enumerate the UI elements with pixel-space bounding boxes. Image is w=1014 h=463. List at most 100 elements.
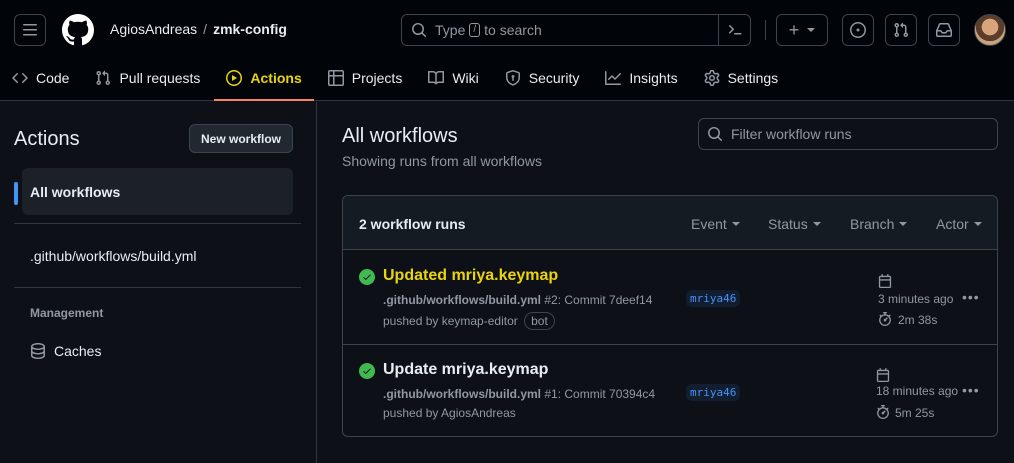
run-title-link[interactable]: Update mriya.keymap <box>383 361 548 379</box>
runs-list-header: 2 workflow runs Event Status Branch Acto… <box>343 196 997 250</box>
branch-label[interactable]: mriya46 <box>686 290 741 307</box>
sidebar-item-label: .github/workflows/build.yml <box>30 247 197 264</box>
event-filter-dropdown[interactable]: Event <box>691 216 740 232</box>
run-time-ago: 3 minutes ago <box>878 292 954 306</box>
pull-requests-button[interactable] <box>885 14 917 46</box>
tab-pull-requests-label: Pull requests <box>119 70 201 86</box>
run-title-link[interactable]: Updated mriya.keymap <box>383 267 558 285</box>
chevron-down-icon <box>731 222 740 226</box>
github-logo[interactable] <box>61 14 94 46</box>
issues-button[interactable] <box>842 14 874 46</box>
calendar-icon <box>878 274 892 288</box>
run-pushed-by: pushed by keymap-editor <box>383 314 518 328</box>
run-workflow-info: .github/workflows/build.yml #2: Commit 7… <box>383 293 652 307</box>
table-icon <box>327 70 344 86</box>
inbox-icon <box>936 23 952 37</box>
tab-settings[interactable]: Settings <box>692 60 791 96</box>
sidebar-item-build-workflow[interactable]: .github/workflows/build.yml <box>22 232 293 279</box>
header-divider <box>765 20 766 40</box>
database-icon <box>31 343 45 359</box>
search-placeholder-post: to search <box>484 22 542 38</box>
tab-projects[interactable]: Projects <box>316 60 415 96</box>
sidebar-item-all-workflows[interactable]: All workflows <box>22 168 293 215</box>
repo-name-link[interactable]: zmk-config <box>213 21 287 37</box>
tab-insights[interactable]: Insights <box>593 60 689 96</box>
run-trigger-info: pushed by AgiosAndreas <box>383 406 516 420</box>
run-workflow-file: .github/workflows/build.yml <box>383 293 541 307</box>
run-duration: 2m 38s <box>898 313 938 327</box>
tab-insights-label: Insights <box>629 70 678 86</box>
tab-wiki-label: Wiki <box>452 70 479 86</box>
actions-sidebar: Actions New workflow All workflows .gith… <box>0 102 317 463</box>
search-placeholder: Type / to search <box>435 22 542 38</box>
breadcrumb-separator: / <box>203 21 208 37</box>
hamburger-icon <box>23 24 37 36</box>
git-pull-request-icon <box>894 22 909 38</box>
tab-security[interactable]: Security <box>493 60 592 96</box>
tab-settings-label: Settings <box>727 70 779 86</box>
status-filter-dropdown[interactable]: Status <box>768 216 821 232</box>
branch-label[interactable]: mriya46 <box>686 384 741 401</box>
tab-security-label: Security <box>528 70 580 86</box>
graph-icon <box>605 71 622 85</box>
stopwatch-icon <box>879 312 891 326</box>
search-icon <box>412 23 427 38</box>
tab-projects-label: Projects <box>351 70 403 86</box>
search-placeholder-pre: Type <box>435 22 466 38</box>
book-icon <box>428 70 445 85</box>
workflow-runs-list: 2 workflow runs Event Status Branch Acto… <box>342 195 998 437</box>
run-more-options-button[interactable]: ••• <box>962 289 980 305</box>
branch-filter-label: Branch <box>850 216 895 232</box>
search-shortcut-key: / <box>469 23 481 37</box>
active-item-indicator <box>14 182 18 205</box>
git-pull-request-icon <box>96 70 111 86</box>
chevron-down-icon <box>973 222 982 226</box>
filter-placeholder: Filter workflow runs <box>731 126 852 142</box>
create-new-button[interactable]: + <box>776 14 828 46</box>
shield-icon <box>505 70 520 86</box>
app-header: AgiosAndreas / zmk-config Type / to search +… <box>0 0 1014 101</box>
run-more-options-button[interactable]: ••• <box>962 382 980 398</box>
actor-filter-label: Actor <box>936 216 969 232</box>
inbox-button[interactable] <box>928 14 960 46</box>
management-heading: Management <box>30 306 104 320</box>
run-time-ago: 18 minutes ago <box>876 384 959 398</box>
tab-wiki[interactable]: Wiki <box>416 60 490 96</box>
search-input[interactable]: Type / to search <box>401 14 751 46</box>
sidebar-divider <box>14 223 301 224</box>
chevron-down-icon <box>812 222 821 226</box>
page-title: All workflows <box>342 125 458 147</box>
chevron-down-icon <box>807 28 816 32</box>
tab-pull-requests[interactable]: Pull requests <box>83 60 212 96</box>
play-icon <box>226 70 243 86</box>
actor-filter-dropdown[interactable]: Actor <box>936 216 982 232</box>
tab-actions-label: Actions <box>250 70 302 86</box>
calendar-icon <box>876 368 890 382</box>
gear-icon <box>704 70 719 86</box>
repo-nav-tabs: Code Pull requests Actions Projects Wiki… <box>0 60 792 101</box>
menu-button[interactable] <box>14 14 46 46</box>
runs-count: 2 workflow runs <box>359 216 466 232</box>
filter-workflow-runs-input[interactable]: Filter workflow runs <box>698 118 998 150</box>
sidebar-item-caches[interactable]: Caches <box>30 343 101 359</box>
run-pushed-by: pushed by AgiosAndreas <box>383 406 516 420</box>
bot-badge: bot <box>524 312 555 330</box>
tab-actions[interactable]: Actions <box>214 60 315 101</box>
sidebar-title: Actions <box>14 128 80 150</box>
run-duration: 5m 25s <box>895 406 935 420</box>
repo-owner-link[interactable]: AgiosAndreas <box>110 21 197 37</box>
check-circle-icon <box>359 269 375 285</box>
branch-filter-dropdown[interactable]: Branch <box>850 216 908 232</box>
code-icon <box>12 72 28 84</box>
new-workflow-button[interactable]: New workflow <box>189 124 294 153</box>
issue-opened-icon <box>850 22 866 38</box>
check-circle-icon <box>359 363 375 379</box>
command-palette-button[interactable] <box>718 15 750 45</box>
sidebar-item-label: All workflows <box>30 183 121 200</box>
sidebar-item-label: Caches <box>54 343 102 359</box>
run-trigger-info: pushed by keymap-editor bot <box>383 312 555 330</box>
breadcrumb: AgiosAndreas / zmk-config <box>110 21 287 37</box>
tab-code[interactable]: Code <box>0 60 81 96</box>
run-workflow-info: .github/workflows/build.yml #1: Commit 7… <box>383 387 655 401</box>
user-avatar[interactable] <box>974 14 1006 46</box>
